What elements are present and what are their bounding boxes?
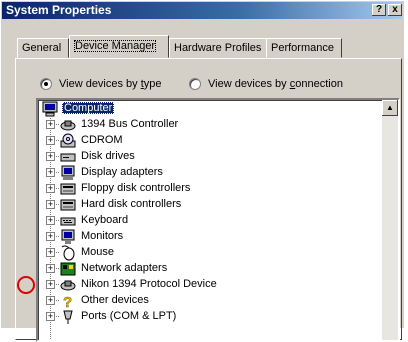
- tree-item-label: CDROM: [81, 134, 123, 146]
- close-button[interactable]: x: [388, 4, 402, 16]
- device-tree[interactable]: Computer +1394 Bus Controller + CDROM + Disk…: [36, 98, 400, 342]
- tree-item-floppy-controller[interactable]: + Floppy disk controllers: [38, 181, 378, 197]
- bus-controller-icon: [60, 120, 76, 131]
- tree-branch-line: [54, 188, 59, 189]
- tree-branch-line: [54, 316, 59, 317]
- tab-hardware-profiles[interactable]: Hardware Profiles: [169, 38, 270, 58]
- tree-item-label: Floppy disk controllers: [81, 182, 191, 194]
- tree-item-port[interactable]: + Ports (COM & LPT): [38, 309, 378, 325]
- tree-item-label: Display adapters: [81, 166, 163, 178]
- mouse-icon: [61, 245, 75, 261]
- tree-item-label: Keyboard: [81, 214, 129, 226]
- tree-item-display-adapter[interactable]: + Display adapters: [38, 165, 378, 181]
- tree-branch-line: [54, 140, 59, 141]
- disk-drive-icon: [60, 153, 76, 162]
- view-by-connection-label: View devices by connection: [208, 78, 343, 90]
- highlight-circle: [17, 276, 35, 294]
- tree-item-cdrom[interactable]: + CDROM: [38, 133, 378, 149]
- svg-text:?: ?: [63, 294, 72, 309]
- view-by-connection-option[interactable]: View devices by connection: [189, 76, 343, 92]
- tree-item-monitor[interactable]: + Monitors: [38, 229, 378, 245]
- display-adapter-icon: [61, 165, 75, 180]
- tree-root-label: Computer: [62, 102, 115, 114]
- tree-item-hard-disk-controller[interactable]: + Hard disk controllers: [38, 197, 378, 213]
- protocol-device-icon: [60, 280, 76, 291]
- network-adapter-icon: [60, 262, 76, 276]
- tab-performance[interactable]: Performance: [266, 38, 342, 58]
- tree-item-label: Hard disk controllers: [81, 198, 182, 210]
- tab-label: Device Manager: [74, 40, 157, 52]
- tab-label: General: [22, 42, 62, 54]
- port-icon: [63, 310, 73, 324]
- tree-item-protocol-device[interactable]: + Nikon 1394 Protocol Device: [38, 277, 378, 293]
- tree-branch-line: [54, 172, 59, 173]
- vertical-scrollbar[interactable]: ▲: [382, 100, 398, 340]
- tree-item-label: 1394 Bus Controller: [81, 118, 179, 130]
- tree-branch-line: [54, 236, 59, 237]
- question-mark-icon: ?: [63, 294, 73, 309]
- tree-branch-line: [54, 156, 59, 157]
- tree-item-label: Network adapters: [81, 262, 168, 274]
- monitor-icon: [61, 229, 75, 244]
- window-title: System Properties: [6, 3, 112, 17]
- tab-device-manager[interactable]: Device Manager: [69, 35, 169, 58]
- tree-root-computer[interactable]: Computer: [38, 101, 378, 117]
- scroll-up-button[interactable]: ▲: [382, 100, 398, 116]
- title-bar[interactable]: System Properties ? x: [2, 2, 402, 19]
- tab-general[interactable]: General: [17, 38, 69, 58]
- tree-item-disk-drive[interactable]: + Disk drives: [38, 149, 378, 165]
- tree-item-label: Mouse: [81, 246, 115, 258]
- tree-item-label: Nikon 1394 Protocol Device: [81, 278, 217, 290]
- tree-item-label: Ports (COM & LPT): [81, 310, 177, 322]
- view-by-connection-radio[interactable]: [189, 78, 201, 90]
- tree-item-bus-controller[interactable]: +1394 Bus Controller: [38, 117, 378, 133]
- computer-icon: [42, 101, 58, 117]
- tree-branch-line: [54, 300, 59, 301]
- cdrom-icon: [60, 133, 76, 148]
- tree-branch-line: [54, 124, 59, 125]
- tree-item-keyboard[interactable]: + Keyboard: [38, 213, 378, 229]
- tree-item-mouse[interactable]: + Mouse: [38, 245, 378, 261]
- tree-item-label: Monitors: [81, 230, 124, 242]
- tree-branch-line: [54, 284, 59, 285]
- view-by-type-radio[interactable]: [40, 78, 52, 90]
- floppy-controller-icon: [60, 183, 76, 195]
- view-by-type-label: View devices by type: [59, 78, 162, 90]
- system-properties-window: System Properties ? x General Device Man…: [0, 0, 404, 342]
- tree-item-label: Other devices: [81, 294, 149, 306]
- tab-label: Hardware Profiles: [174, 42, 262, 54]
- tree-item-question-mark[interactable]: +? Other devices: [38, 293, 378, 309]
- tree-branch-line: [54, 204, 59, 205]
- tab-label: Performance: [271, 42, 334, 54]
- keyboard-icon: [60, 217, 76, 226]
- tree-item-network-adapter[interactable]: + Network adapters: [38, 261, 378, 277]
- tree-branch-line: [54, 268, 59, 269]
- tree-item-label: Disk drives: [81, 150, 135, 162]
- hard-disk-controller-icon: [60, 199, 76, 211]
- tree-branch-line: [54, 220, 59, 221]
- view-by-type-option[interactable]: View devices by type: [40, 76, 162, 92]
- tree-branch-line: [54, 252, 59, 253]
- help-button[interactable]: ?: [372, 4, 386, 16]
